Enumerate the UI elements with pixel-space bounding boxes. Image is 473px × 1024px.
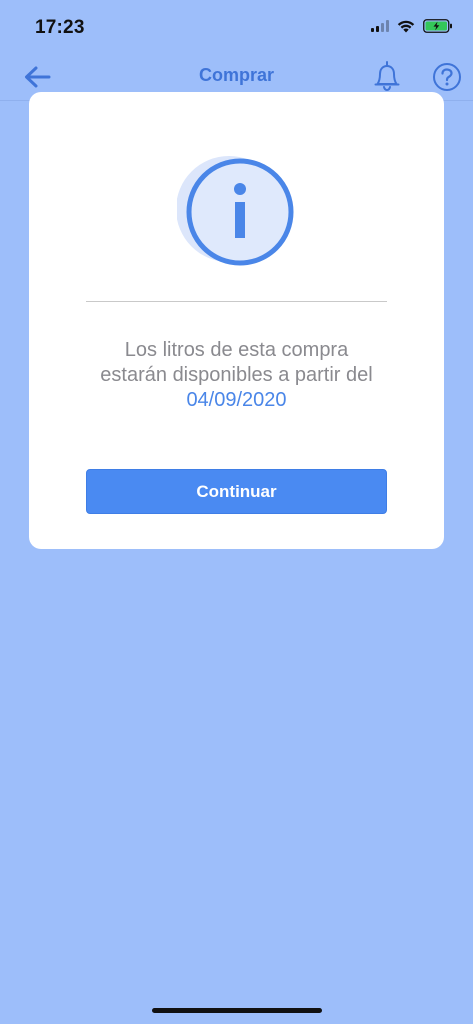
info-icon [177, 156, 294, 266]
message-line-1: Los litros de esta compra [124, 339, 349, 361]
status-bar: 17:23 [0, 0, 473, 56]
message-line-2: estarán disponibles a partir del [100, 364, 373, 386]
help-icon[interactable] [432, 62, 462, 92]
divider [86, 301, 387, 302]
home-indicator[interactable] [152, 1008, 322, 1013]
continue-button[interactable]: Continuar [86, 469, 387, 514]
wifi-icon [397, 20, 415, 32]
status-icons [371, 19, 453, 33]
battery-charging-icon [423, 19, 452, 33]
availability-message: Los litros de esta compra estarán dispon… [59, 338, 414, 413]
availability-date: 04/09/2020 [186, 389, 287, 411]
cellular-signal-icon [371, 20, 389, 32]
status-time: 17:23 [35, 17, 85, 38]
info-modal: Los litros de esta compra estarán dispon… [29, 92, 444, 549]
bell-icon[interactable] [372, 59, 402, 93]
nav-title: Comprar [198, 65, 274, 85]
